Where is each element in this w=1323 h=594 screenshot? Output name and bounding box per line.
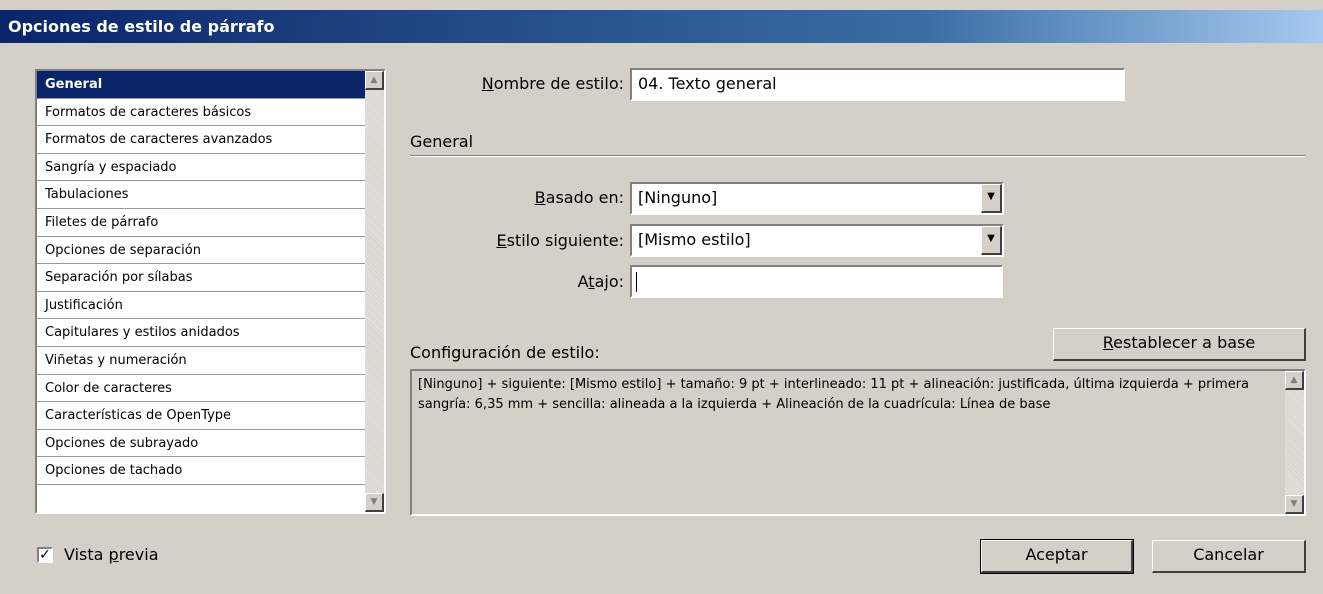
style-settings-text: [Ninguno] + siguiente: [Mismo estilo] + … — [418, 377, 1250, 412]
based-on-value: [Ninguno] — [638, 188, 718, 207]
based-on-select[interactable]: [Ninguno] ▼ — [630, 182, 1004, 215]
style-name-field[interactable]: 04. Texto general — [630, 68, 1125, 101]
shortcut-label: Atajo: — [577, 272, 624, 291]
cancel-button[interactable]: Cancelar — [1152, 540, 1306, 573]
general-divider — [410, 155, 1305, 157]
category-item[interactable]: Formatos de caracteres básicos — [37, 99, 367, 127]
category-item[interactable]: Viñetas y numeración — [37, 347, 367, 375]
category-item[interactable]: Justificación — [37, 292, 367, 320]
title-bar: Opciones de estilo de párrafo — [0, 10, 1323, 43]
scroll-up-icon[interactable]: ▲ — [365, 71, 384, 90]
category-item[interactable]: Filetes de párrafo — [37, 209, 367, 237]
preview-checkbox[interactable]: ✓ — [37, 547, 53, 563]
category-item[interactable]: Capitulares y estilos anidados — [37, 319, 367, 347]
next-style-value: [Mismo estilo] — [638, 230, 751, 249]
window-title: Opciones de estilo de párrafo — [8, 17, 275, 36]
category-list[interactable]: General Formatos de caracteres básicos For… — [35, 69, 386, 514]
category-item[interactable]: Separación por sílabas — [37, 264, 367, 292]
general-section-title: General — [410, 132, 474, 151]
based-on-label: Basado en: — [534, 188, 624, 207]
style-settings-scrollbar[interactable]: ▲ ▼ — [1285, 371, 1304, 514]
category-item[interactable]: Sangría y espaciado — [37, 154, 367, 182]
next-style-label: Estilo siguiente: — [496, 231, 625, 250]
category-item[interactable]: Opciones de separación — [37, 237, 367, 265]
scroll-down-icon[interactable]: ▼ — [365, 493, 384, 512]
dropdown-arrow-icon[interactable]: ▼ — [981, 184, 1002, 213]
dropdown-arrow-icon[interactable]: ▼ — [981, 226, 1002, 255]
preview-label[interactable]: Vista previa — [64, 545, 159, 564]
category-items: General Formatos de caracteres básicos For… — [37, 71, 367, 485]
scroll-up-icon[interactable]: ▲ — [1285, 371, 1304, 390]
style-name-label: Nombre de estilo: — [481, 74, 624, 93]
scroll-down-icon[interactable]: ▼ — [1285, 495, 1304, 514]
category-list-scrollbar[interactable]: ▲ ▼ — [365, 71, 384, 512]
category-item[interactable]: General — [37, 71, 367, 99]
category-item[interactable]: Formatos de caracteres avanzados — [37, 126, 367, 154]
category-item[interactable]: Tabulaciones — [37, 181, 367, 209]
ok-button[interactable]: Aceptar — [980, 539, 1134, 574]
category-item[interactable]: Opciones de subrayado — [37, 430, 367, 458]
category-item[interactable]: Opciones de tachado — [37, 457, 367, 485]
reset-to-base-button[interactable]: Restablecer a base — [1053, 328, 1306, 361]
next-style-select[interactable]: [Mismo estilo] ▼ — [630, 224, 1004, 257]
check-icon: ✓ — [39, 547, 51, 563]
text-cursor — [636, 271, 637, 292]
shortcut-field[interactable] — [630, 265, 1003, 298]
style-settings-box: [Ninguno] + siguiente: [Mismo estilo] + … — [410, 369, 1306, 516]
category-item[interactable]: Características de OpenType — [37, 402, 367, 430]
category-item[interactable]: Color de caracteres — [37, 375, 367, 403]
style-settings-label: Configuración de estilo: — [410, 343, 600, 362]
